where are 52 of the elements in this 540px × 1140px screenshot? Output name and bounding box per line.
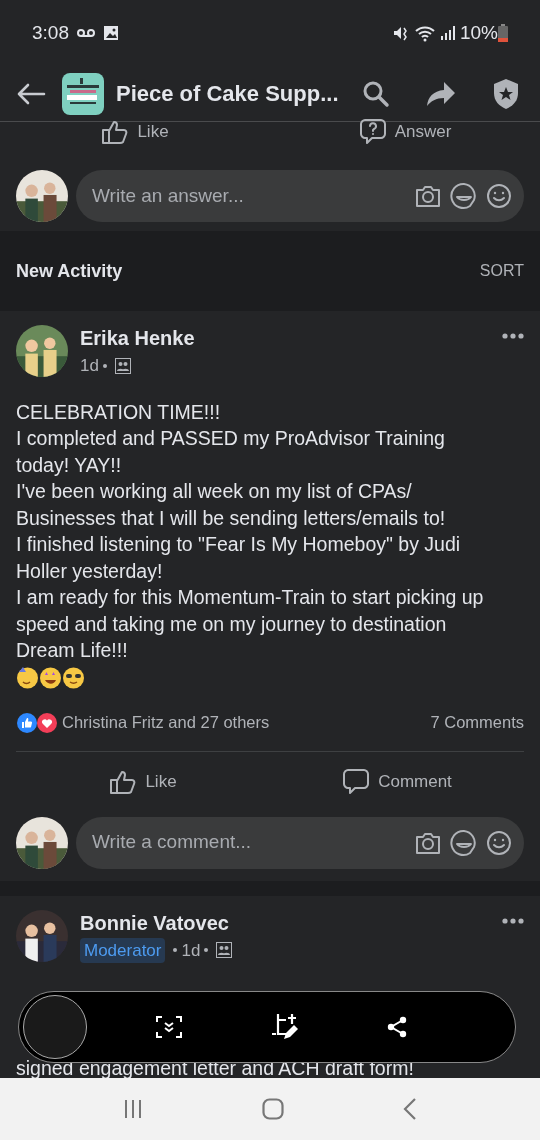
comment-field[interactable]: Write a comment... xyxy=(76,816,524,869)
shield-star-icon[interactable] xyxy=(492,77,520,110)
post-time: 1d xyxy=(181,939,201,962)
share-icon[interactable] xyxy=(426,80,456,107)
reactions-summary[interactable]: Christina Fritz and 27 others xyxy=(62,710,431,735)
answer-button[interactable]: Answer xyxy=(270,120,540,144)
sort-button[interactable]: SORT xyxy=(479,259,524,283)
like-reaction-icon xyxy=(16,711,38,734)
crop-edit-icon[interactable] xyxy=(270,1012,300,1042)
battery-icon xyxy=(498,24,508,42)
post-time: 1d xyxy=(80,355,99,377)
like-button[interactable]: Like xyxy=(0,120,270,144)
image-icon xyxy=(103,25,119,41)
camera-icon[interactable] xyxy=(414,830,442,855)
comment-field[interactable]: Write an answer... xyxy=(76,170,524,222)
thumbs-up-icon xyxy=(101,119,130,145)
author-name[interactable]: Bonnie Vatovec xyxy=(80,909,490,936)
smiley-icon[interactable] xyxy=(486,183,512,209)
group-title: Piece of Cake Supp... xyxy=(116,80,339,108)
moderator-badge: Moderator xyxy=(80,937,166,963)
battery-percent: 10% xyxy=(459,20,498,45)
speech-bubble-icon xyxy=(342,767,371,796)
section-title: New Activity xyxy=(16,259,124,283)
comment-count[interactable]: 7 Comments xyxy=(430,710,524,735)
thumbs-up-icon xyxy=(109,768,138,795)
more-icon[interactable] xyxy=(502,333,524,339)
share-icon[interactable] xyxy=(387,1016,408,1038)
voicemail-icon xyxy=(77,28,95,38)
comment-button[interactable]: Comment xyxy=(270,751,524,812)
signal-icon xyxy=(439,25,456,41)
wifi-icon xyxy=(413,24,436,42)
home-icon[interactable] xyxy=(262,1098,284,1120)
love-reaction-icon xyxy=(36,711,58,734)
status-time: 3:08 xyxy=(32,20,69,45)
group-audience-icon xyxy=(216,942,233,959)
back-icon[interactable] xyxy=(16,81,46,106)
group-audience-icon xyxy=(114,357,131,374)
camera-icon[interactable] xyxy=(414,184,442,208)
sticker-icon[interactable] xyxy=(450,182,478,210)
question-bubble-icon xyxy=(358,118,387,146)
smiley-icon[interactable] xyxy=(486,829,512,856)
search-icon[interactable] xyxy=(362,79,390,108)
more-icon[interactable] xyxy=(502,917,524,924)
sticker-icon[interactable] xyxy=(450,828,478,857)
author-name[interactable]: Erika Henke xyxy=(80,325,490,351)
star-eyes-face-icon xyxy=(39,665,62,689)
recent-apps-icon[interactable] xyxy=(123,1099,144,1119)
scroll-capture-icon[interactable] xyxy=(154,1015,183,1039)
post-text: CELEBRATION TIME!!! I completed and PASSED my ProAdvisor Training today! YAY!! I've been working all week on my list of CPAs/ Businesses that I will be sending letters/emails to! I finished listening to "Fear Is My Homeboy" by Judi Holler yesterday! I am ready for this Momentum-Train to start picking up speed and taking me on my journey to destination Dream Life!!! xyxy=(16,399,485,663)
like-button[interactable]: Like xyxy=(16,751,270,812)
party-face-icon xyxy=(16,665,39,689)
sunglasses-face-icon xyxy=(62,665,85,689)
